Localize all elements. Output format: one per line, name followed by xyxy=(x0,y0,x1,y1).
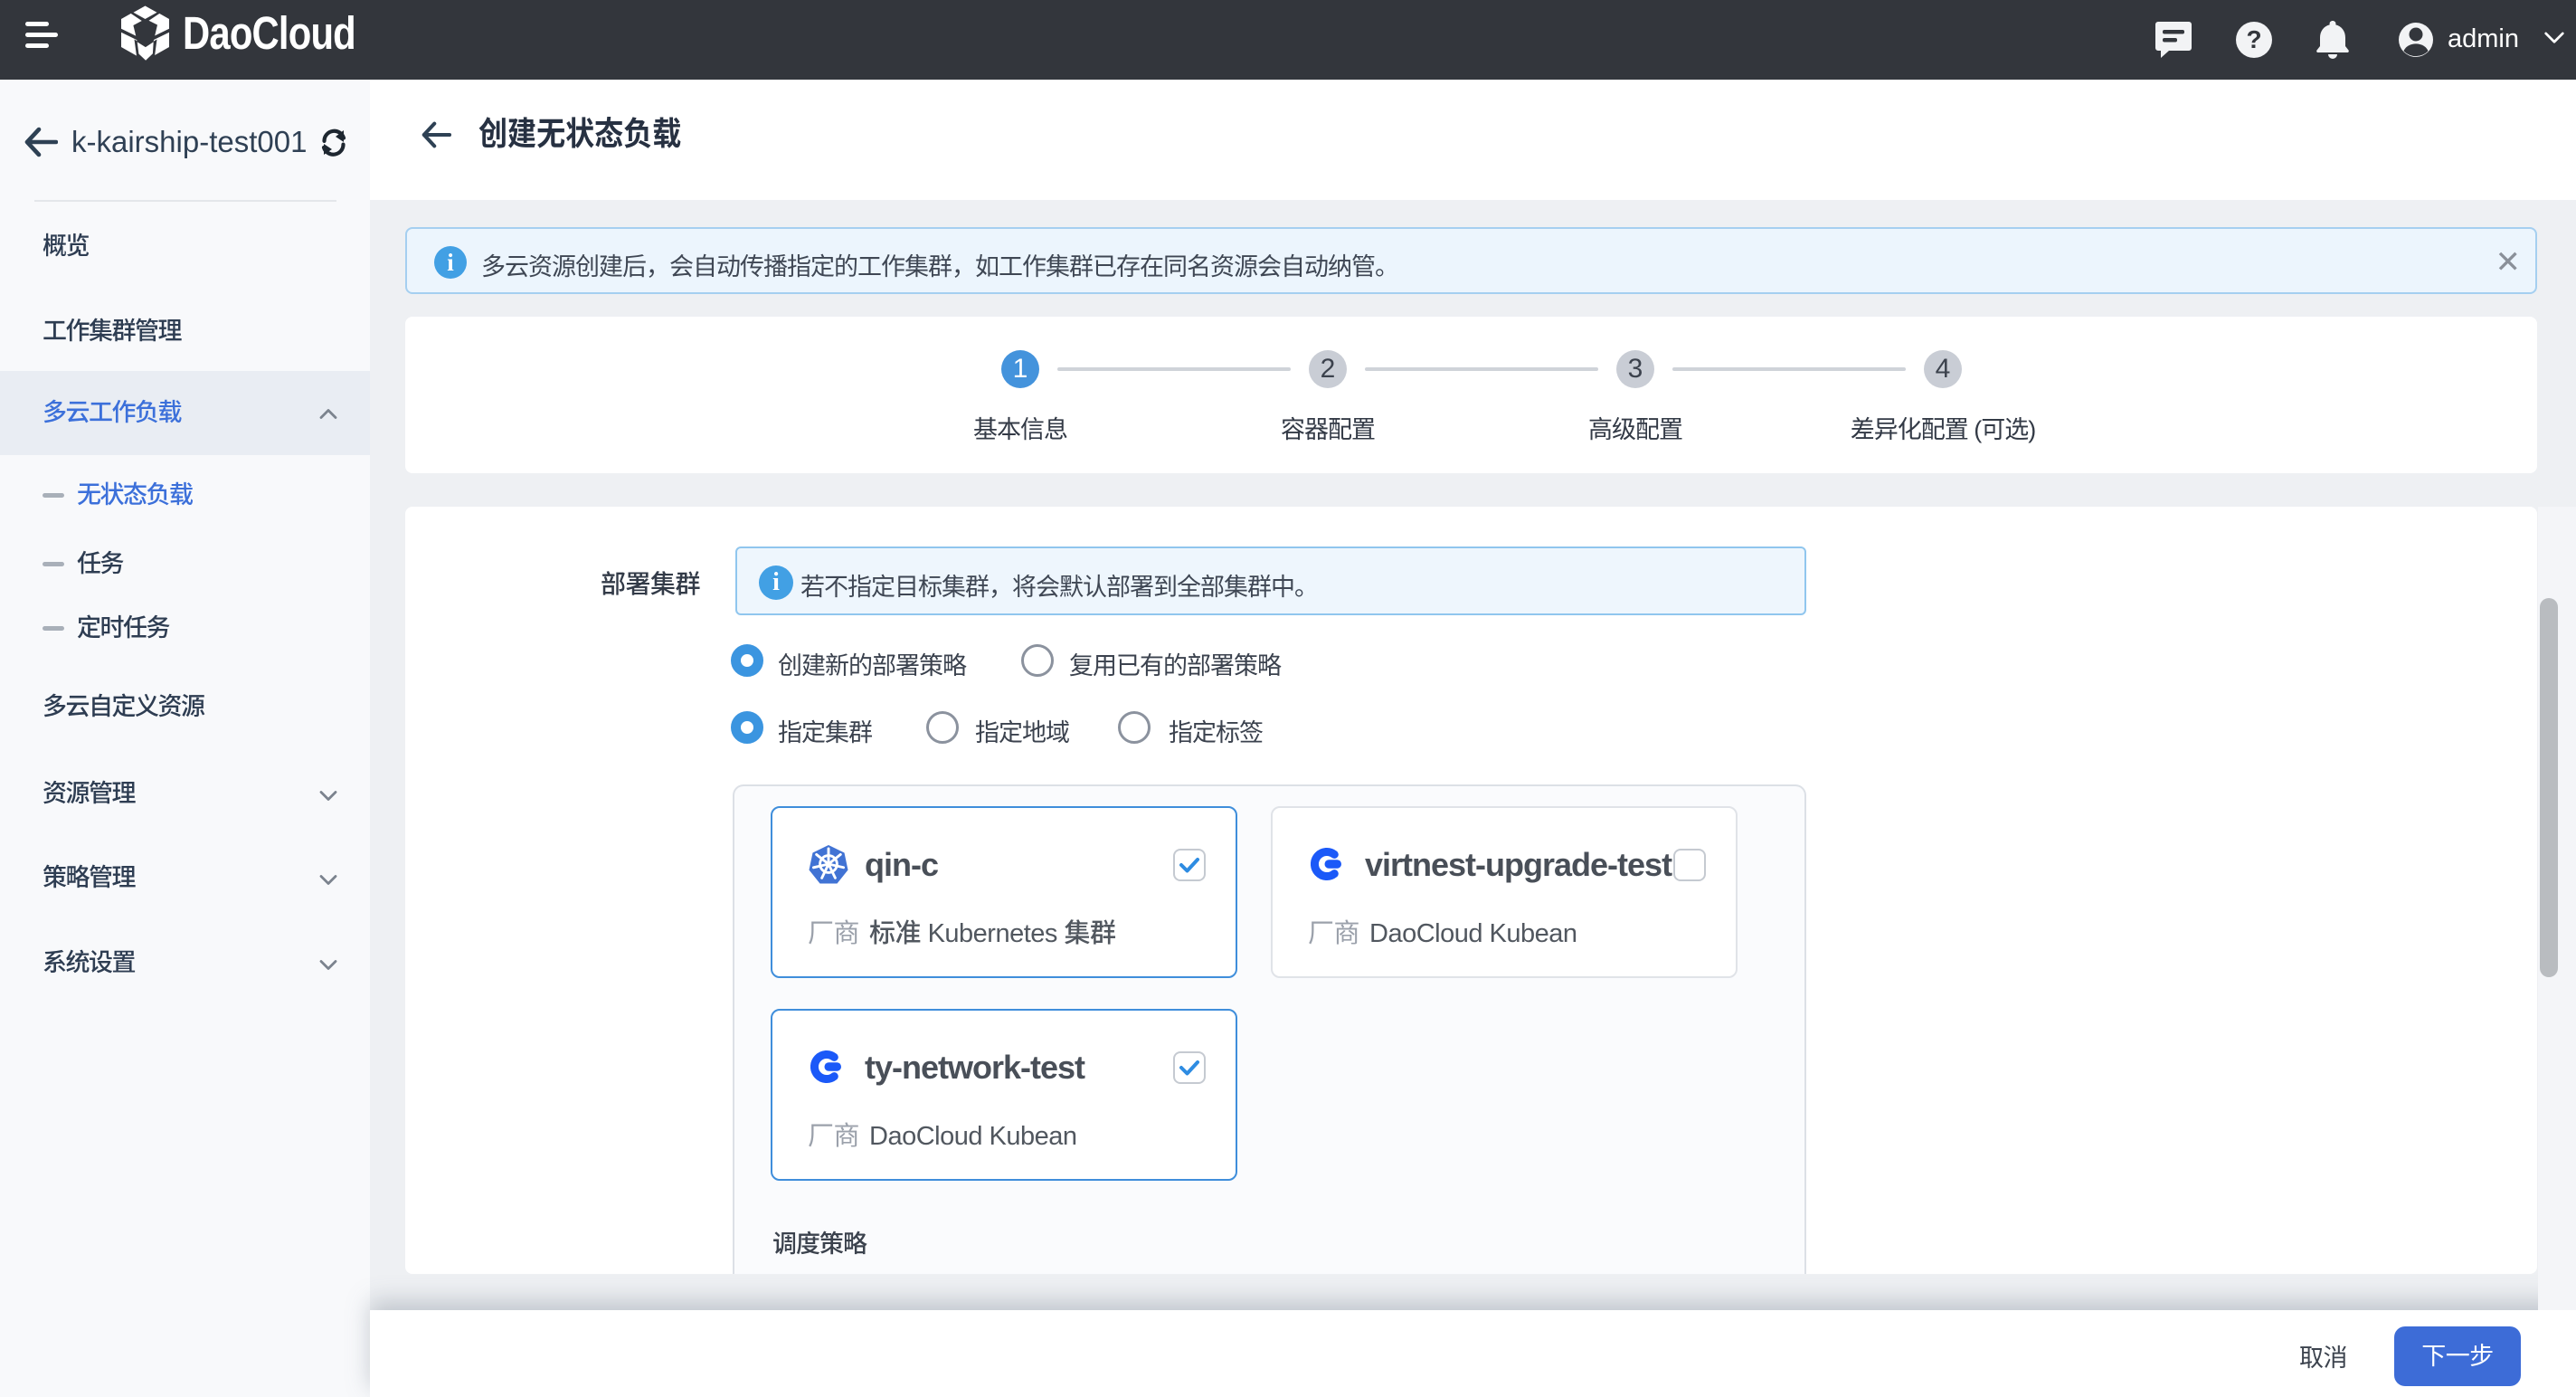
svg-text:?: ? xyxy=(2246,25,2261,53)
